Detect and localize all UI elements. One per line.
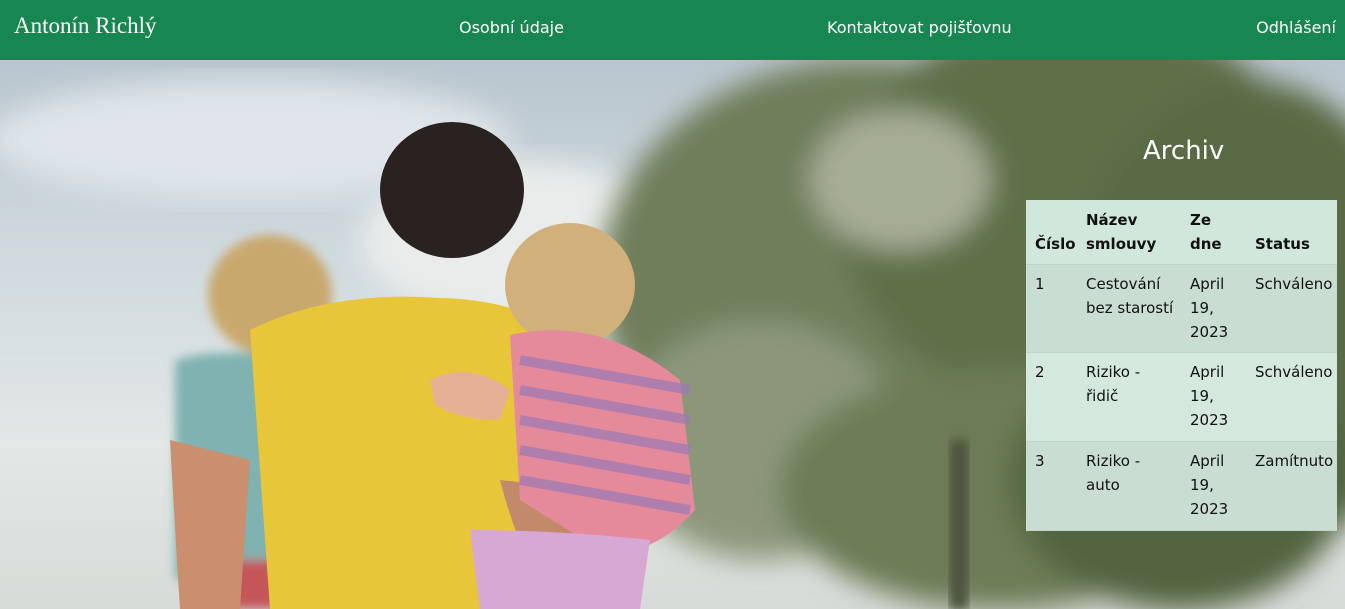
cell-number: 2 xyxy=(1035,363,1045,382)
cell-date: April 19, 2023 xyxy=(1190,274,1229,341)
top-navbar: Antonín Richlý Osobní údaje Kontaktovat … xyxy=(0,0,1345,60)
cell-contract-name: Cestování bez starostí xyxy=(1086,274,1174,317)
column-header-number: Číslo xyxy=(1035,234,1076,253)
nav-link-contact-insurer[interactable]: Kontaktovat pojišťovnu xyxy=(827,18,1012,37)
cell-date: April 19, 2023 xyxy=(1190,452,1229,519)
brand-user-name[interactable]: Antonín Richlý xyxy=(14,13,156,39)
archive-title: Archiv xyxy=(1143,136,1225,166)
table-row: 3 Riziko - auto April 19, 2023 Zamítnuto xyxy=(1026,441,1337,531)
cell-number: 3 xyxy=(1035,452,1045,471)
column-header-contract-name: Název smlouvy xyxy=(1086,210,1157,253)
column-header-status: Status xyxy=(1255,234,1310,253)
cell-status: Schváleno xyxy=(1255,363,1333,382)
table-header-row: Číslo Název smlouvy Ze dne Status xyxy=(1026,200,1337,264)
column-header-date: Ze dne xyxy=(1190,210,1222,253)
cell-contract-name: Riziko - řidič xyxy=(1086,363,1141,406)
archive-table: Číslo Název smlouvy Ze dne Status 1 Cest… xyxy=(1026,200,1337,531)
nav-link-personal-data[interactable]: Osobní údaje xyxy=(459,18,564,37)
cell-status: Schváleno xyxy=(1255,274,1333,293)
cell-status: Zamítnuto xyxy=(1255,452,1334,471)
nav-link-logout[interactable]: Odhlášení xyxy=(1256,18,1336,37)
table-row: 1 Cestování bez starostí April 19, 2023 … xyxy=(1026,264,1337,353)
table-row: 2 Riziko - řidič April 19, 2023 Schválen… xyxy=(1026,352,1337,442)
cell-date: April 19, 2023 xyxy=(1190,363,1229,430)
cell-contract-name: Riziko - auto xyxy=(1086,452,1141,495)
cell-number: 1 xyxy=(1035,274,1045,293)
